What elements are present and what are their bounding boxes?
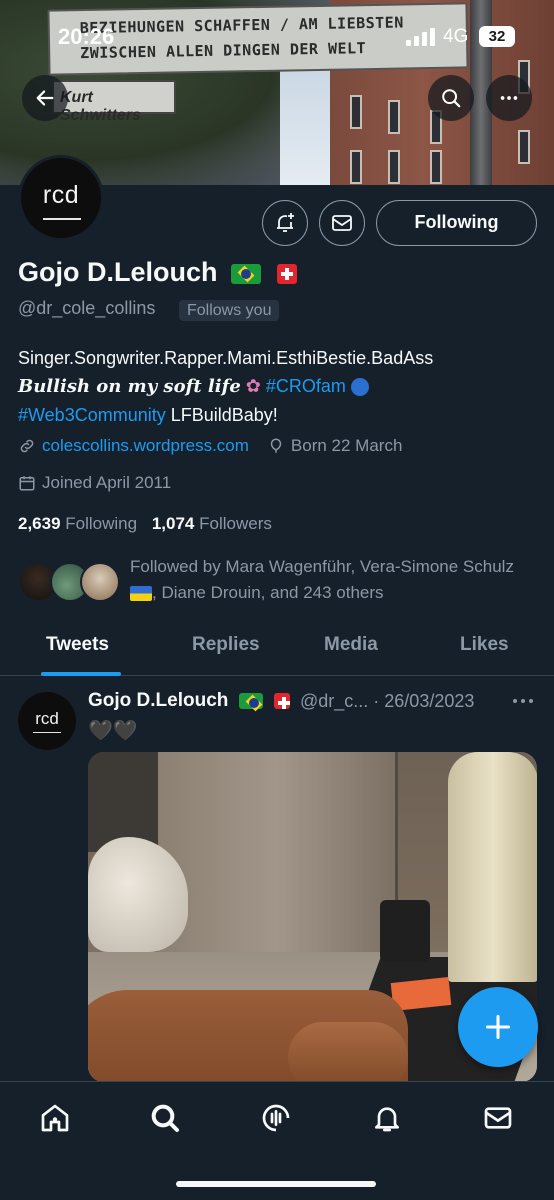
tweet-text: 🖤🖤: [88, 720, 138, 742]
nav-notifications[interactable]: [369, 1100, 405, 1136]
search-button[interactable]: [428, 75, 474, 121]
followers-count: 1,074: [151, 514, 195, 533]
profile-meta-row-2: Joined April 2011: [18, 473, 171, 493]
profile-bio: Singer.Songwriter.Rapper.Mami.EsthiBesti…: [18, 344, 543, 429]
bio-line-1: Singer.Songwriter.Rapper.Mami.EsthiBesti…: [18, 348, 434, 368]
home-indicator: [176, 1181, 376, 1187]
cro-logo-icon: [350, 378, 369, 397]
followed-by-line-1: Followed by Mara Wagenführ, Vera-Simone …: [130, 557, 514, 576]
following-count: 2,639: [18, 514, 61, 533]
swiss-flag-icon: [273, 692, 290, 709]
tweet-more-button[interactable]: [512, 694, 534, 713]
more-horizontal-icon: [513, 699, 533, 703]
profile-name: Gojo D.Lelouch: [18, 257, 218, 287]
hashtag-crofam[interactable]: #CROfam: [266, 376, 346, 396]
small-sign-text: Kurt Schwitters: [60, 89, 141, 124]
more-button[interactable]: [486, 75, 532, 121]
nav-search[interactable]: [147, 1100, 183, 1136]
birthday-text: Born 22 March: [290, 436, 403, 455]
search-icon: [151, 1104, 179, 1132]
arrow-left-icon: [36, 90, 54, 106]
signal-icon: [406, 28, 436, 46]
balloon-icon: [270, 438, 282, 453]
home-icon: [41, 1104, 69, 1132]
avatar: [80, 562, 120, 602]
small-sign: Kurt Schwitters: [52, 80, 176, 124]
hashtag-web3community[interactable]: #Web3Community: [18, 405, 166, 425]
tweet-avatar[interactable]: rcd: [18, 692, 76, 750]
calendar-icon: [19, 476, 35, 491]
envelope-icon: [332, 215, 352, 231]
status-bar: 20:26 4G 32: [0, 0, 554, 70]
profile-name-row: Gojo D.Lelouch: [18, 257, 297, 288]
tab-likes[interactable]: Likes: [460, 634, 509, 656]
nav-home[interactable]: [37, 1100, 73, 1136]
followed-by-line-2: , Diane Drouin, and 243 others: [152, 583, 384, 602]
profile-tabs: Tweets Replies Media Likes: [0, 620, 554, 676]
bell-plus-icon: [277, 213, 294, 232]
brazil-flag-icon: [238, 692, 263, 709]
following-count-label: Following: [65, 514, 138, 533]
message-button[interactable]: [319, 200, 365, 246]
followers-count-link[interactable]: 1,074 Followers: [152, 514, 272, 533]
search-icon: [442, 89, 461, 108]
nav-spaces[interactable]: [258, 1100, 294, 1136]
website-link[interactable]: colescollins.wordpress.com: [42, 436, 249, 456]
following-button[interactable]: Following: [376, 200, 537, 246]
compose-tweet-button[interactable]: [458, 987, 538, 1067]
tweet-author-name: Gojo D.Lelouch: [88, 690, 229, 711]
network-type: 4G: [443, 26, 469, 47]
profile-avatar[interactable]: rcd: [18, 155, 104, 241]
bio-tail: LFBuildBaby!: [170, 405, 278, 425]
bio-soft-life: Bullish on my soft life: [18, 376, 241, 397]
tab-media[interactable]: Media: [324, 634, 378, 656]
profile-meta-row-1: colescollins.wordpress.com Born 22 March: [18, 436, 402, 456]
followed-by-avatars[interactable]: [18, 562, 120, 602]
tweet-author-row[interactable]: Gojo D.Lelouch: [88, 690, 290, 712]
followers-count-label: Followers: [199, 514, 272, 533]
plus-icon: [485, 1014, 511, 1040]
tweet-avatar-text: rcd: [35, 709, 59, 728]
tab-tweets[interactable]: Tweets: [46, 634, 109, 656]
avatar-text: rcd: [42, 181, 80, 209]
following-count-link[interactable]: 2,639 Following: [18, 514, 142, 533]
active-tab-indicator: [41, 672, 121, 676]
follows-you-badge: Follows you: [179, 300, 280, 321]
notifications-icon: [375, 1107, 399, 1132]
follow-counts: 2,639 Following 1,074 Followers: [18, 514, 272, 534]
swiss-flag-icon: [276, 263, 297, 284]
brazil-flag-icon: [231, 263, 262, 284]
lotus-icon: ✿: [245, 376, 261, 396]
messages-icon: [484, 1107, 512, 1129]
link-icon: [20, 439, 34, 453]
status-time: 20:26: [58, 24, 115, 49]
nav-messages[interactable]: [480, 1100, 516, 1136]
tweet-handle-date: @dr_c... · 26/03/2023: [300, 691, 475, 711]
joined-date: Joined April 2011: [42, 473, 172, 492]
more-horizontal-icon: [500, 96, 518, 100]
tab-replies[interactable]: Replies: [192, 634, 260, 656]
spaces-icon: [262, 1104, 290, 1132]
ukraine-flag-icon: [130, 586, 152, 602]
profile-handle: @dr_cole_collins: [18, 298, 156, 318]
battery-icon: 32: [479, 26, 515, 47]
notifications-toggle-button[interactable]: [262, 200, 308, 246]
followed-by-text[interactable]: Followed by Mara Wagenführ, Vera-Simone …: [130, 554, 540, 606]
back-button[interactable]: [22, 75, 68, 121]
